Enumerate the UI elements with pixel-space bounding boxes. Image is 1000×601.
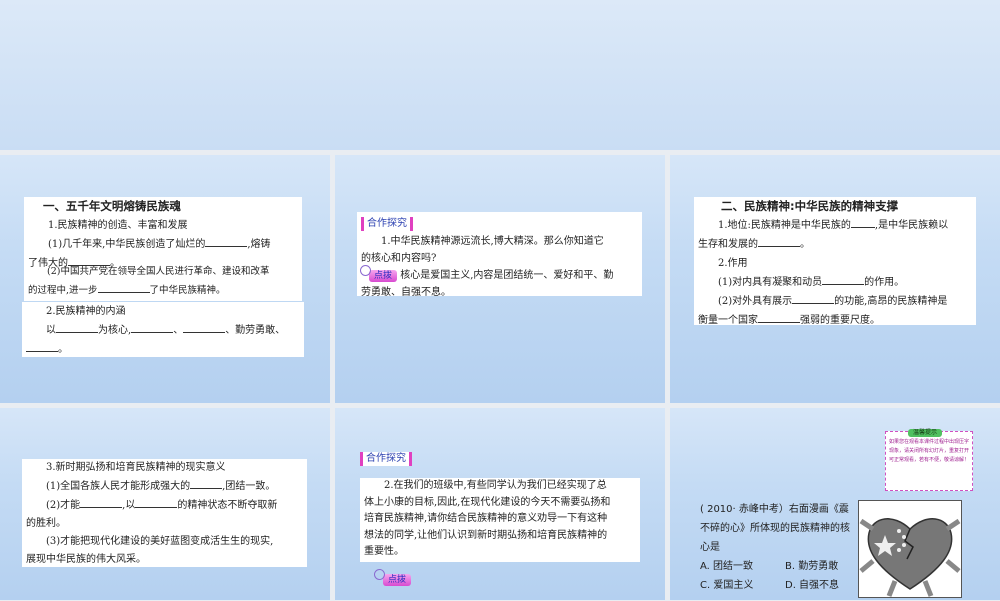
text: 的精神状态不断夺取新 bbox=[177, 500, 278, 511]
cooperative-inquiry-tag: 合作探究 bbox=[360, 452, 412, 466]
text: ,是中华民族赖以 bbox=[874, 220, 949, 231]
text: 以 bbox=[46, 325, 56, 336]
option-c: C. 爱国主义 bbox=[700, 580, 754, 591]
text: 、 bbox=[173, 325, 184, 336]
text-line: 2.作用 bbox=[718, 258, 748, 269]
text-line: 2.民族精神的内涵 bbox=[46, 306, 126, 317]
blank bbox=[792, 292, 835, 304]
content-box: 二、民族精神:中华民族的精神支撑 1.地位:民族精神是中华民族的 ,是中华民族赖以… bbox=[694, 197, 976, 326]
blank bbox=[97, 281, 150, 293]
text: 的作用。 bbox=[864, 277, 905, 288]
text-line: (2)中国共产党在领导全国人民进行革命、建设和改革 bbox=[47, 266, 270, 277]
text: 1.地位:民族精神是中华民族的 bbox=[718, 220, 851, 231]
text-line: 想法的同学,让他们认识到新时期弘扬和培育民族精神的 bbox=[364, 529, 608, 541]
warm-tip-box: 温馨提示 如果您在观看本课件过程中出现压字现象，请关闭所有幻灯片，重复打开可正常… bbox=[885, 429, 973, 491]
text-line: 的胜利。 bbox=[26, 518, 66, 529]
heart-flag-icon bbox=[859, 518, 961, 597]
section-heading: 二、民族精神:中华民族的精神支撑 bbox=[721, 199, 899, 213]
text: (1)全国各族人民才能形成强大的 bbox=[46, 481, 191, 492]
blank bbox=[822, 273, 865, 285]
text-line: 体上小康的目标,因此,在现代化建设的今天不需要弘扬和 bbox=[364, 496, 611, 508]
text-line: 2.在我们的班级中,有些同学认为我们已经实现了总 bbox=[384, 480, 607, 491]
cartoon-heart-image bbox=[858, 500, 962, 598]
blank bbox=[850, 216, 875, 228]
hint-button[interactable]: 点拨 bbox=[373, 569, 412, 586]
text: 、勤劳勇敢、 bbox=[225, 325, 286, 336]
content-box: 2.民族精神的内涵 以 为核心, 、 、勤劳勇敢、 。 bbox=[22, 302, 304, 357]
text: 强弱的重要尺度。 bbox=[800, 315, 880, 326]
text-line: 的核心和内容吗? bbox=[361, 253, 437, 264]
slide-thumbnail-top[interactable] bbox=[0, 0, 1000, 150]
text: (1)几千年来,中华民族创造了灿烂的 bbox=[48, 239, 206, 250]
content-box: 2.在我们的班级中,有些同学认为我们已经实现了总 体上小康的目标,因此,在现代化… bbox=[360, 478, 640, 562]
text: (2)才能 bbox=[46, 500, 81, 511]
text: 衡量一个国家 bbox=[698, 315, 758, 326]
text: 。 bbox=[800, 239, 810, 250]
content-box: 合作探究 1.中华民族精神源远流长,博大精深。那么你知道它 的核心和内容吗? 点… bbox=[357, 212, 642, 298]
blank bbox=[758, 311, 800, 323]
hint-tag-icon: 点拨 bbox=[359, 265, 398, 282]
text-line: (3)才能把现代化建设的美好蓝图变成活生生的现实, bbox=[46, 536, 274, 547]
text: ,熔铸 bbox=[247, 239, 271, 250]
blank bbox=[26, 340, 58, 352]
blank bbox=[183, 321, 226, 333]
text: 了中华民族精神。 bbox=[149, 285, 226, 296]
text-line: 劳勇敢、自强不息。 bbox=[361, 287, 451, 298]
section-heading: 一、五千年文明熔铸民族魂 bbox=[42, 199, 181, 213]
text-line: 重要性。 bbox=[364, 546, 404, 557]
blank bbox=[135, 496, 178, 508]
blank bbox=[56, 321, 98, 333]
option-a: A. 团结一致 bbox=[700, 561, 754, 572]
text-line: 1.中华民族精神源远流长,博大精深。那么你知道它 bbox=[381, 236, 604, 247]
text-line: 培育民族精神,请你结合民族精神的意义劝导一下有这种 bbox=[364, 513, 608, 524]
text: ,团结一致。 bbox=[222, 481, 276, 492]
blank bbox=[758, 235, 800, 247]
cooperative-inquiry-tag: 合作探究 bbox=[361, 217, 413, 231]
tip-text: 如果您在观看本课件过程中出现压字现象，请关闭所有幻灯片，重复打开可正常观看，若有… bbox=[889, 439, 970, 463]
text: (2)对外具有展示 bbox=[718, 296, 793, 307]
text: 为核心, bbox=[98, 325, 132, 336]
text-line: 1.民族精神的创造、丰富和发展 bbox=[48, 220, 188, 231]
blank bbox=[205, 235, 248, 247]
text: 。 bbox=[58, 344, 68, 355]
tip-title: 温馨提示 bbox=[908, 429, 943, 437]
text: 的过程中,进一步 bbox=[28, 285, 98, 296]
text-line: 3.新时期弘扬和培育民族精神的现实意义 bbox=[46, 462, 226, 473]
text: ,以 bbox=[122, 500, 136, 511]
text: 核心是爱国主义,内容是团结统一、爱好和平、勤 bbox=[400, 270, 614, 281]
blank bbox=[190, 477, 223, 489]
text-line: 展现中华民族的伟大风采。 bbox=[26, 554, 146, 565]
text: 的功能,高昂的民族精神是 bbox=[834, 296, 948, 307]
text: 生存和发展的 bbox=[698, 239, 758, 250]
blank bbox=[80, 496, 123, 508]
blank bbox=[131, 321, 174, 333]
content-box: 3.新时期弘扬和培育民族精神的现实意义 (1)全国各族人民才能形成强大的 ,团结一… bbox=[22, 459, 307, 567]
text: (1)对内具有凝聚和动员 bbox=[718, 277, 823, 288]
content-box: (2)中国共产党在领导全国人民进行革命、建设和改革 的过程中,进一步 了中华民族精… bbox=[24, 262, 302, 302]
